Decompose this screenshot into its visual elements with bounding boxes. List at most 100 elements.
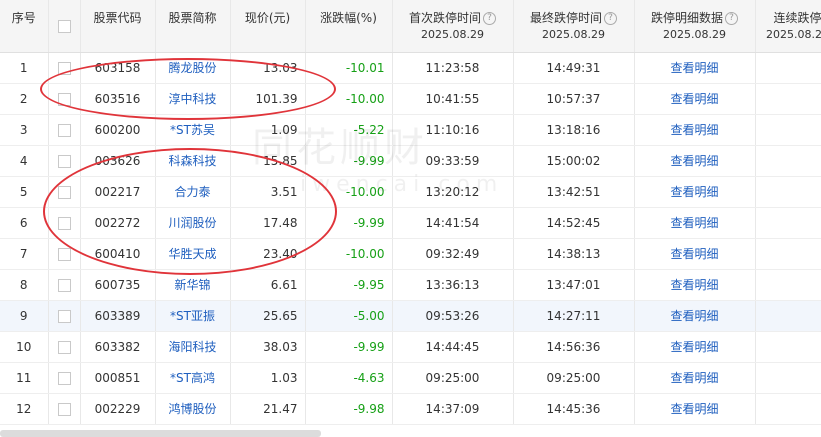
stock-name-link[interactable]: 腾龙股份 (155, 52, 231, 84)
view-detail-link[interactable]: 查看明细 (634, 331, 756, 363)
row-select[interactable] (48, 207, 81, 239)
table-row[interactable]: 11 000851 *ST高鸿 1.03 -4.63 09:25:00 09:25:00 查看… (0, 362, 821, 394)
first-limit-down-time: 09:33:59 (392, 145, 514, 177)
header-last-limit-down-time[interactable]: 最终跌停时间? 2025.08.29 (513, 0, 635, 53)
stock-name-link[interactable]: 川润股份 (155, 207, 231, 239)
row-select[interactable] (48, 114, 81, 146)
row-select[interactable] (48, 269, 81, 301)
header-row: 序号 股票代码 股票简称 现价(元) 涨跌幅(%) 首次跌停时间? 2025.0… (0, 0, 821, 53)
row-select[interactable] (48, 362, 81, 394)
stock-code: 603389 (80, 300, 156, 332)
stock-name-link[interactable]: 鸿博股份 (155, 393, 231, 425)
table-row[interactable]: 3 600200 *ST苏吴 1.09 -5.22 11:10:16 13:18:16 查看明… (0, 114, 821, 146)
change-percent: -10.01 (305, 52, 393, 84)
horizontal-scrollbar[interactable] (0, 430, 321, 437)
header-price[interactable]: 现价(元) (230, 0, 306, 53)
help-icon[interactable]: ? (604, 12, 617, 25)
table-row[interactable]: 7 600410 华胜天成 23.40 -10.00 09:32:49 14:38:13 查看… (0, 238, 821, 270)
row-checkbox[interactable] (57, 217, 71, 230)
table-row[interactable]: 8 600735 新华锦 6.61 -9.95 13:36:13 13:47:01 查看明细 (0, 269, 821, 301)
stock-code: 600200 (80, 114, 156, 146)
row-seq: 11 (0, 362, 49, 394)
stock-name-link[interactable]: 华胜天成 (155, 238, 231, 270)
table-row[interactable]: 9 603389 *ST亚振 25.65 -5.00 09:53:26 14:27:11 查看… (0, 300, 821, 332)
view-detail-link[interactable]: 查看明细 (634, 145, 756, 177)
header-consecutive-limit-down[interactable]: 连续跌停 2025.08.29 (755, 0, 821, 53)
view-detail-link[interactable]: 查看明细 (634, 362, 756, 394)
row-seq: 7 (0, 238, 49, 270)
view-detail-link[interactable]: 查看明细 (634, 176, 756, 208)
row-seq: 2 (0, 83, 49, 115)
view-detail-link[interactable]: 查看明细 (634, 300, 756, 332)
row-checkbox[interactable] (57, 403, 71, 416)
stock-name-link[interactable]: 海阳科技 (155, 331, 231, 363)
row-checkbox[interactable] (57, 310, 71, 323)
consecutive-limit-down (755, 145, 821, 177)
stock-name-link[interactable]: 科森科技 (155, 145, 231, 177)
row-checkbox[interactable] (57, 62, 71, 75)
row-seq: 3 (0, 114, 49, 146)
view-detail-link[interactable]: 查看明细 (634, 238, 756, 270)
row-seq: 6 (0, 207, 49, 239)
last-limit-down-time: 14:56:36 (513, 331, 635, 363)
row-checkbox[interactable] (57, 93, 71, 106)
row-select[interactable] (48, 393, 81, 425)
current-price: 25.65 (230, 300, 306, 332)
row-select[interactable] (48, 83, 81, 115)
first-limit-down-time: 14:41:54 (392, 207, 514, 239)
select-all-checkbox[interactable] (57, 20, 71, 33)
consecutive-limit-down (755, 393, 821, 425)
first-limit-down-time: 09:32:49 (392, 238, 514, 270)
table-row[interactable]: 4 003626 科森科技 15.85 -9.99 09:33:59 15:00:02 查看明… (0, 145, 821, 177)
table-row[interactable]: 6 002272 川润股份 17.48 -9.99 14:41:54 14:52:45 查看明… (0, 207, 821, 239)
row-select[interactable] (48, 52, 81, 84)
current-price: 101.39 (230, 83, 306, 115)
row-seq: 9 (0, 300, 49, 332)
row-seq: 8 (0, 269, 49, 301)
header-limit-down-detail[interactable]: 跌停明细数据? 2025.08.29 (634, 0, 756, 53)
row-select[interactable] (48, 238, 81, 270)
stock-name-link[interactable]: 新华锦 (155, 269, 231, 301)
row-checkbox[interactable] (57, 248, 71, 261)
header-seq[interactable]: 序号 (0, 0, 49, 53)
table-row[interactable]: 12 002229 鸿博股份 21.47 -9.98 14:37:09 14:45:36 查看… (0, 393, 821, 425)
stock-name-link[interactable]: *ST苏吴 (155, 114, 231, 146)
stock-name-link[interactable]: *ST亚振 (155, 300, 231, 332)
help-icon[interactable]: ? (483, 12, 496, 25)
row-checkbox[interactable] (57, 124, 71, 137)
row-checkbox[interactable] (57, 372, 71, 385)
last-limit-down-time: 14:38:13 (513, 238, 635, 270)
view-detail-link[interactable]: 查看明细 (634, 114, 756, 146)
first-limit-down-time: 13:36:13 (392, 269, 514, 301)
table-row[interactable]: 1 603158 腾龙股份 13.03 -10.01 11:23:58 14:49:31 查看… (0, 52, 821, 84)
row-select[interactable] (48, 176, 81, 208)
stock-name-link[interactable]: 淳中科技 (155, 83, 231, 115)
row-seq: 4 (0, 145, 49, 177)
header-first-limit-down-time[interactable]: 首次跌停时间? 2025.08.29 (392, 0, 514, 53)
table-row[interactable]: 5 002217 合力泰 3.51 -10.00 13:20:12 13:42:51 查看明细 (0, 176, 821, 208)
header-name[interactable]: 股票简称 (155, 0, 231, 53)
table-row[interactable]: 10 603382 海阳科技 38.03 -9.99 14:44:45 14:56:36 查看… (0, 331, 821, 363)
view-detail-link[interactable]: 查看明细 (634, 83, 756, 115)
row-checkbox[interactable] (57, 155, 71, 168)
row-select[interactable] (48, 145, 81, 177)
view-detail-link[interactable]: 查看明细 (634, 269, 756, 301)
row-checkbox[interactable] (57, 279, 71, 292)
header-select-all[interactable] (48, 0, 81, 53)
view-detail-link[interactable]: 查看明细 (634, 393, 756, 425)
last-limit-down-time: 10:57:37 (513, 83, 635, 115)
table-row[interactable]: 2 603516 淳中科技 101.39 -10.00 10:41:55 10:57:37 查… (0, 83, 821, 115)
help-icon[interactable]: ? (725, 12, 738, 25)
row-checkbox[interactable] (57, 341, 71, 354)
row-select[interactable] (48, 300, 81, 332)
row-seq: 10 (0, 331, 49, 363)
row-select[interactable] (48, 331, 81, 363)
first-limit-down-time: 09:53:26 (392, 300, 514, 332)
view-detail-link[interactable]: 查看明细 (634, 207, 756, 239)
stock-name-link[interactable]: *ST高鸿 (155, 362, 231, 394)
header-change[interactable]: 涨跌幅(%) (305, 0, 393, 53)
row-checkbox[interactable] (57, 186, 71, 199)
stock-name-link[interactable]: 合力泰 (155, 176, 231, 208)
view-detail-link[interactable]: 查看明细 (634, 52, 756, 84)
header-code[interactable]: 股票代码 (80, 0, 156, 53)
